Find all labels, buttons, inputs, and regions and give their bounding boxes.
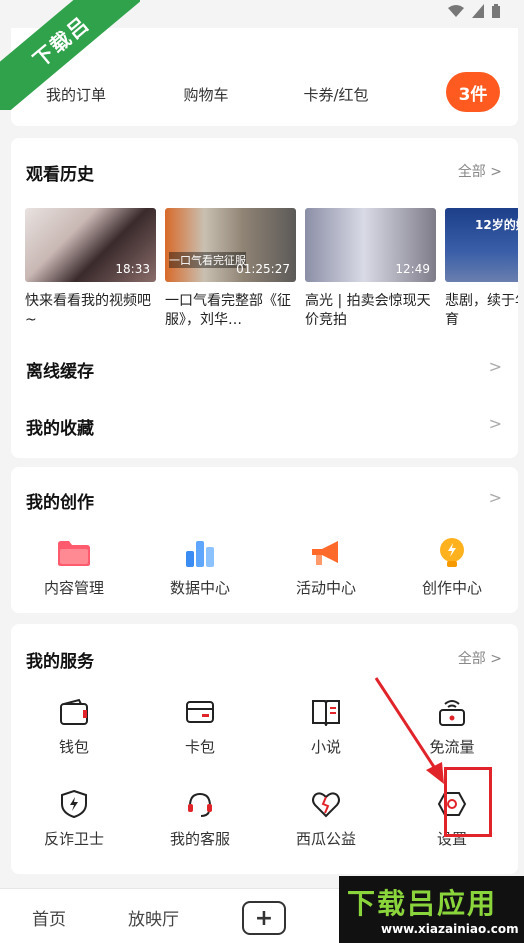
add-icon[interactable]: + (242, 901, 286, 935)
chevron-right-icon: > (488, 357, 502, 376)
offline-cache-title: 离线缓存 (26, 362, 94, 382)
services-more-link[interactable]: 全部 > (458, 648, 502, 668)
folder-icon (11, 535, 137, 571)
video-caption: 12岁的妈 (475, 218, 518, 232)
free-data-button[interactable]: 免流量 (389, 694, 515, 757)
history-video[interactable]: 18:33 快来看看我的视频吧~ (25, 208, 156, 330)
content-management-button[interactable]: 内容管理 (11, 535, 137, 598)
history-more-link[interactable]: 全部 > (458, 161, 502, 181)
free-data-label: 免流量 (429, 738, 475, 756)
book-icon (263, 694, 389, 730)
data-center-button[interactable]: 数据中心 (137, 535, 263, 598)
history-card: 观看历史 全部 > 18:33 快来看看我的视频吧~ 一口气看完征服 01:25… (11, 138, 518, 458)
favorites-row[interactable]: 我的收藏 > (11, 414, 518, 444)
wifi-icon (448, 5, 464, 17)
tab-cinema[interactable]: 放映厅 (128, 905, 179, 930)
video-caption: 一口气看完征服 (169, 252, 246, 268)
site-watermark-title: 下载吕应用 (347, 887, 498, 920)
data-chart-icon (137, 535, 263, 571)
card-icon (137, 694, 263, 730)
content-management-label: 内容管理 (43, 579, 104, 597)
site-watermark: 下载吕应用 www.xiazainiao.com (339, 876, 524, 943)
heart-icon (263, 786, 389, 822)
lightbulb-icon (389, 535, 515, 571)
creation-card: 我的创作 > 内容管理 数据中心 活动中心 创作中心 (11, 467, 518, 613)
headset-icon (137, 786, 263, 822)
novel-label: 小说 (310, 738, 341, 756)
video-title: 高光 | 拍卖会惊现天价竞拍 (305, 293, 431, 328)
card-wallet-label: 卡包 (184, 738, 215, 756)
history-title: 观看历史 (26, 165, 94, 185)
anti-fraud-label: 反诈卫士 (43, 830, 104, 848)
creation-title: 我的创作 (26, 493, 94, 513)
video-duration: 12:49 (395, 262, 430, 276)
chevron-right-icon[interactable]: > (489, 488, 502, 507)
video-thumbnail[interactable]: 12:49 (305, 208, 436, 282)
chevron-right-icon: > (488, 414, 502, 433)
services-card: 我的服务 全部 > 钱包 卡包 小说 免流量 反诈卫士 我的客服 西瓜公益 设置 (11, 624, 518, 874)
shield-icon (11, 786, 137, 822)
history-video[interactable]: 一口气看完征服 01:25:27 一口气看完整部《征服》，刘华… (165, 208, 296, 330)
activity-center-label: 活动中心 (295, 579, 356, 597)
offline-cache-row[interactable]: 离线缓存 > (11, 357, 518, 387)
wallet-button[interactable]: 钱包 (11, 694, 137, 757)
video-title: 悲剧，续于年人的教育 (445, 293, 518, 328)
history-video[interactable]: 12:49 高光 | 拍卖会惊现天价竞拍 (305, 208, 436, 330)
charity-button[interactable]: 西瓜公益 (263, 786, 389, 849)
site-watermark-url: www.xiazainiao.com (381, 922, 519, 936)
shopping-cart-link[interactable]: 购物车 (141, 84, 271, 105)
history-video-list: 18:33 快来看看我的视频吧~ 一口气看完征服 01:25:27 一口气看完整… (25, 208, 518, 338)
customer-service-label: 我的客服 (169, 830, 230, 848)
video-thumbnail[interactable]: 12岁的妈 (445, 208, 518, 282)
novel-button[interactable]: 小说 (263, 694, 389, 757)
settings-highlight-box (444, 767, 492, 837)
signal-icon (472, 4, 484, 18)
order-shortcuts-card: 我的订单 购物车 卡券/红包 3件 (11, 28, 518, 126)
video-title: 快来看看我的视频吧~ (25, 293, 151, 328)
history-video[interactable]: 12岁的妈 悲剧，续于年人的教育 (445, 208, 518, 330)
video-duration: 01:25:27 (236, 262, 290, 276)
coupons-link[interactable]: 卡券/红包 (271, 84, 401, 105)
video-title: 一口气看完整部《征服》，刘华… (165, 293, 291, 328)
services-title: 我的服务 (26, 652, 94, 672)
free-data-icon (389, 694, 515, 730)
customer-service-button[interactable]: 我的客服 (137, 786, 263, 849)
megaphone-icon (263, 535, 389, 571)
activity-center-button[interactable]: 活动中心 (263, 535, 389, 598)
creator-center-button[interactable]: 创作中心 (389, 535, 515, 598)
card-wallet-button[interactable]: 卡包 (137, 694, 263, 757)
video-duration: 18:33 (115, 262, 150, 276)
anti-fraud-button[interactable]: 反诈卫士 (11, 786, 137, 849)
items-badge[interactable]: 3件 (446, 72, 500, 112)
video-thumbnail[interactable]: 18:33 (25, 208, 156, 282)
tab-home[interactable]: 首页 (32, 905, 66, 930)
creator-center-label: 创作中心 (421, 579, 482, 597)
wallet-icon (11, 694, 137, 730)
status-bar (0, 0, 524, 28)
video-thumbnail[interactable]: 一口气看完征服 01:25:27 (165, 208, 296, 282)
battery-icon (492, 4, 500, 18)
charity-label: 西瓜公益 (295, 830, 356, 848)
my-orders-link[interactable]: 我的订单 (11, 84, 141, 105)
favorites-title: 我的收藏 (26, 419, 94, 439)
wallet-label: 钱包 (58, 738, 89, 756)
data-center-label: 数据中心 (169, 579, 230, 597)
